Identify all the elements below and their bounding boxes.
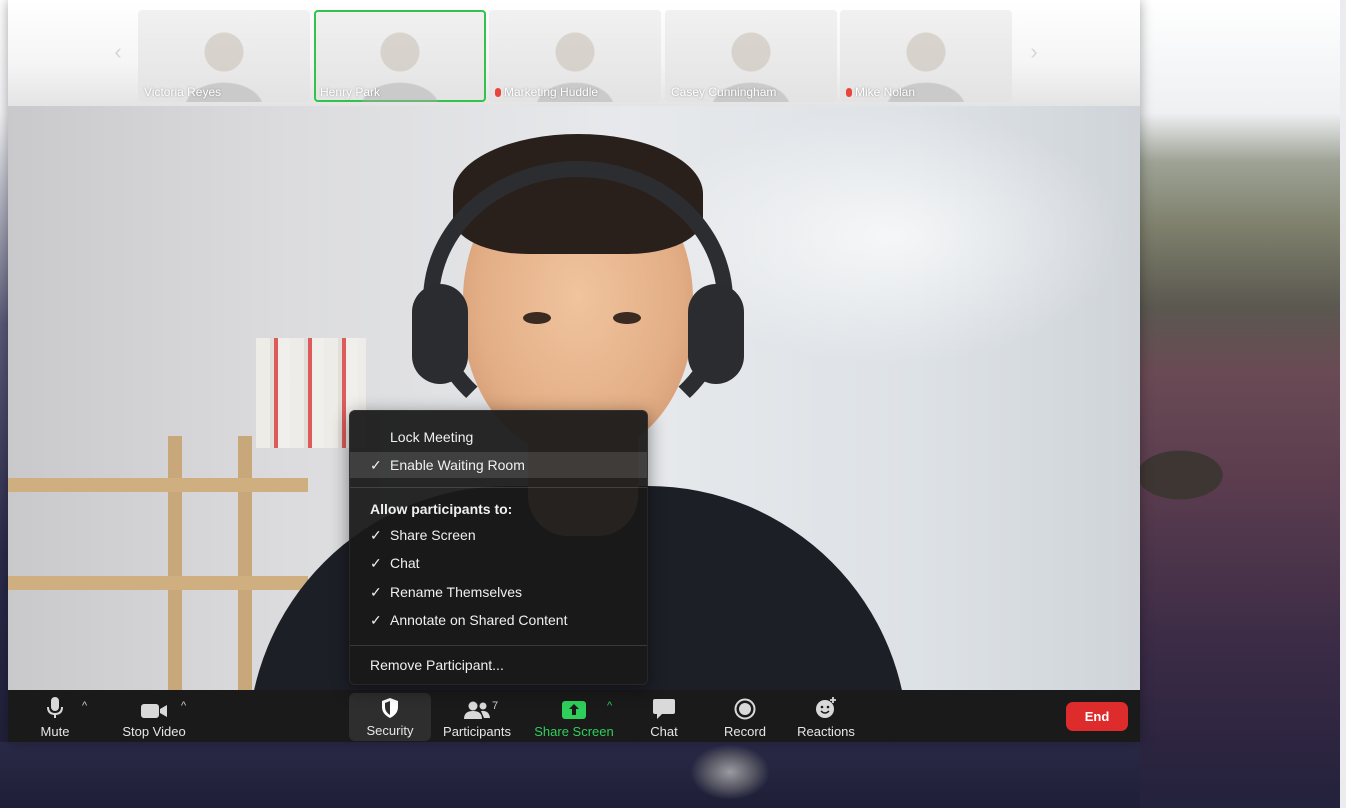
video-camera-icon xyxy=(141,704,167,718)
participant-count-badge: 7 xyxy=(492,700,499,712)
menu-divider xyxy=(350,487,647,488)
security-label: Security xyxy=(366,723,414,738)
wallpaper-rock xyxy=(690,744,770,800)
bookshelf-shelf xyxy=(8,576,308,590)
participant-thumbnail[interactable]: Marketing Huddle xyxy=(489,10,661,102)
participant-thumbnail[interactable]: Mike Nolan xyxy=(840,10,1012,102)
menu-item-label: Annotate on Shared Content xyxy=(390,612,568,628)
headset-earcup xyxy=(688,284,744,384)
participant-thumbnail-active-speaker[interactable]: Henry Park xyxy=(314,10,486,102)
stop-video-label: Stop Video xyxy=(122,724,186,739)
share-screen-label: Share Screen xyxy=(534,724,614,739)
participant-thumbnail[interactable]: Victoria Reyes xyxy=(138,10,310,102)
desktop-wallpaper xyxy=(1140,0,1346,808)
muted-mic-icon xyxy=(846,87,852,97)
participants-icon xyxy=(464,701,490,719)
microphone-icon xyxy=(47,697,63,718)
add-reaction-icon xyxy=(816,697,836,718)
menu-item-label: Chat xyxy=(390,555,420,571)
shield-icon xyxy=(382,698,398,718)
record-button[interactable]: Record xyxy=(720,690,770,742)
checkmark-icon: ✓ xyxy=(370,584,382,600)
audio-options-caret-icon[interactable]: ^ xyxy=(82,700,87,712)
menu-item-allow-rename[interactable]: ✓ Rename Themselves xyxy=(350,579,647,605)
menu-item-label: Rename Themselves xyxy=(390,584,523,600)
menu-item-label: Remove Participant... xyxy=(370,657,504,673)
participant-name: Henry Park xyxy=(320,85,381,99)
security-button[interactable]: Security xyxy=(349,693,431,741)
chat-label: Chat xyxy=(650,724,678,739)
participant-name: Casey Cunningham xyxy=(671,85,777,99)
strip-next-arrow-icon[interactable]: › xyxy=(1024,40,1044,64)
end-meeting-button[interactable]: End xyxy=(1066,702,1128,731)
menu-item-label: Lock Meeting xyxy=(390,429,474,445)
share-screen-icon xyxy=(562,701,586,719)
menu-divider xyxy=(350,645,647,646)
chat-bubble-icon xyxy=(653,699,675,719)
video-options-caret-icon[interactable]: ^ xyxy=(181,700,186,712)
participants-button[interactable]: Participants xyxy=(440,690,514,742)
menu-item-enable-waiting-room[interactable]: ✓ Enable Waiting Room xyxy=(350,452,647,478)
participant-name: Victoria Reyes xyxy=(144,85,222,99)
participant-thumbnail[interactable]: Casey Cunningham xyxy=(665,10,837,102)
share-options-caret-icon[interactable]: ^ xyxy=(607,700,612,712)
checkmark-icon: ✓ xyxy=(370,612,382,628)
record-label: Record xyxy=(724,724,766,739)
menu-item-allow-chat[interactable]: ✓ Chat xyxy=(350,550,647,576)
meeting-controls-toolbar: Mute ^ Stop Video ^ Security Participant… xyxy=(8,690,1140,742)
bookshelf xyxy=(238,436,252,690)
chat-button[interactable]: Chat xyxy=(644,690,684,742)
checkmark-icon: ✓ xyxy=(370,527,382,543)
menu-item-allow-annotate[interactable]: ✓ Annotate on Shared Content xyxy=(350,607,647,633)
mute-button[interactable]: Mute xyxy=(34,690,76,742)
participant-thumbnail-strip: ‹ › Victoria Reyes Henry Park Marketing … xyxy=(8,0,1140,106)
checkmark-icon: ✓ xyxy=(370,555,382,571)
menu-item-remove-participant[interactable]: Remove Participant... xyxy=(350,652,647,678)
stop-video-button[interactable]: Stop Video xyxy=(114,690,194,742)
participants-label: Participants xyxy=(443,724,511,739)
participant-name: Marketing Huddle xyxy=(504,85,599,99)
bookshelf-shelf xyxy=(8,478,308,492)
menu-item-allow-share-screen[interactable]: ✓ Share Screen xyxy=(350,522,647,548)
menu-item-lock-meeting[interactable]: Lock Meeting xyxy=(350,424,647,450)
muted-mic-icon xyxy=(495,87,501,97)
share-screen-button[interactable]: Share Screen xyxy=(534,690,614,742)
security-menu: Lock Meeting ✓ Enable Waiting Room Allow… xyxy=(349,410,648,685)
reactions-button[interactable]: Reactions xyxy=(794,690,858,742)
bookshelf xyxy=(168,436,182,690)
checkmark-icon: ✓ xyxy=(370,457,382,473)
record-icon xyxy=(734,698,756,720)
allow-participants-heading: Allow participants to: xyxy=(370,501,513,517)
headset-icon xyxy=(423,161,733,441)
menu-item-label: Enable Waiting Room xyxy=(390,457,525,473)
participant-name: Mike Nolan xyxy=(855,85,916,99)
mute-label: Mute xyxy=(40,724,70,739)
reactions-label: Reactions xyxy=(797,724,855,739)
strip-prev-arrow-icon[interactable]: ‹ xyxy=(108,40,128,64)
desktop-wallpaper-bottom xyxy=(0,742,1140,808)
headset-earcup xyxy=(412,284,468,384)
menu-item-label: Share Screen xyxy=(390,527,476,543)
